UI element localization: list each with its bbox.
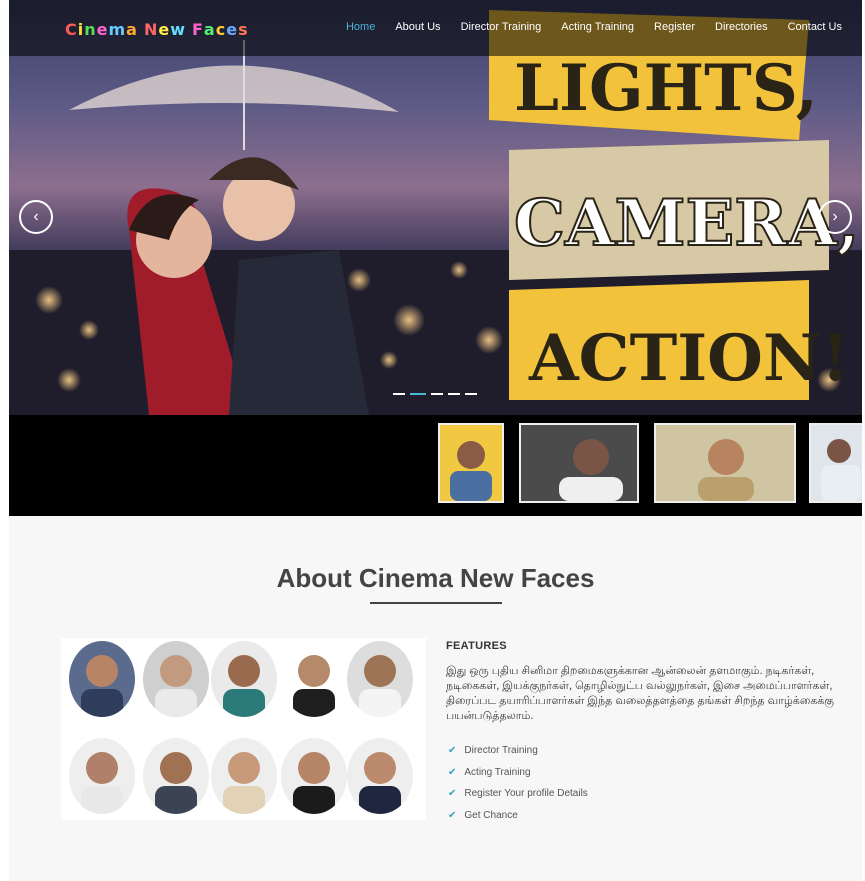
check-icon: ✔ [448,809,457,821]
chevron-left-icon: ‹ [33,208,39,225]
feature-item: ✔ Get Chance [446,805,846,827]
feature-label: Register Your profile Details [464,788,588,800]
banner-text-2: CAMERA, [514,186,859,261]
next-slide-button[interactable]: › [818,200,852,234]
features-section: FEATURES இது ஒரு புதிய சினிமா திறமைகளுக்… [446,640,846,826]
thumbnail-2[interactable] [519,423,639,503]
logo-letter: e [158,20,171,39]
prev-slide-button[interactable]: ‹ [19,200,53,234]
site-logo[interactable]: Cinema New Faces [65,20,249,39]
logo-letter: n [84,20,97,39]
thumbnail-3[interactable] [654,423,796,503]
logo-letter: a [126,20,138,39]
check-icon: ✔ [448,766,457,778]
nav-acting-training[interactable]: Acting Training [561,21,634,37]
slide-indicator[interactable] [448,393,460,395]
thumbnail-4[interactable] [809,423,862,503]
feature-label: Get Chance [464,809,518,821]
feature-label: Director Training [464,745,538,757]
logo-letter: e [96,20,109,39]
logo-letter: e [226,20,239,39]
actor-photo [347,641,413,717]
check-icon: ✔ [448,745,457,757]
logo-letter: C [65,20,78,39]
nav-director-training[interactable]: Director Training [461,21,542,37]
features-description: இது ஒரு புதிய சினிமா திறமைகளுக்கான ஆன்லை… [446,665,835,722]
logo-letter: w [170,20,186,39]
banner-text-3: ACTION! [528,321,850,396]
actor-photo [143,738,209,814]
banner-text-1: LIGHTS, [514,51,818,126]
actor-photo [211,641,277,717]
about-title: About Cinema New Faces [276,563,595,593]
feature-list: ✔ Director Training ✔ Acting Training ✔ Regis… [446,740,846,826]
logo-letter: F [191,20,204,39]
thumbnail-strip [9,415,862,516]
logo-letter: a [203,20,216,39]
nav-home[interactable]: Home [346,21,375,37]
check-icon: ✔ [448,788,457,800]
nav-contact-us[interactable]: Contact Us [788,21,842,37]
actor-photo [69,641,135,717]
nav-directories[interactable]: Directories [715,21,768,37]
hero-image: LIGHTS, CAMERA, ACTION! [9,10,862,415]
slide-indicator[interactable] [431,393,443,395]
chevron-right-icon: › [832,208,838,225]
feature-label: Acting Training [464,766,531,778]
feature-item: ✔ Director Training [446,740,846,762]
slide-indicator[interactable] [465,393,477,395]
actor-photo [347,738,413,814]
features-heading: FEATURES [446,640,507,652]
feature-item: ✔ Register Your profile Details [446,783,846,805]
thumbnail-1[interactable] [438,423,504,503]
page: LIGHTS, CAMERA, ACTION! Cinema New Faces… [9,0,862,881]
hero-slider: LIGHTS, CAMERA, ACTION! Cinema New Faces… [9,0,862,415]
logo-letter: c [215,20,227,39]
nav-register[interactable]: Register [654,21,695,37]
actor-photo [211,738,277,814]
actors-collage [61,638,426,820]
logo-letter: m [108,20,127,39]
actor-photo [281,641,347,717]
feature-item: ✔ Acting Training [446,762,846,784]
slide-indicator[interactable] [410,393,426,395]
slide-indicator[interactable] [393,393,405,395]
nav-about-us[interactable]: About Us [395,21,440,37]
slide-indicators [393,393,482,395]
logo-letter: N [143,20,159,39]
title-divider [370,602,502,604]
navbar: Cinema New Faces Home About Us Director Tr… [9,0,862,56]
actor-photo [281,738,347,814]
actor-photo [143,641,209,717]
logo-letter: s [238,20,249,39]
main-nav: Home About Us Director Training Acting Trai… [346,21,862,37]
actor-photo [69,738,135,814]
